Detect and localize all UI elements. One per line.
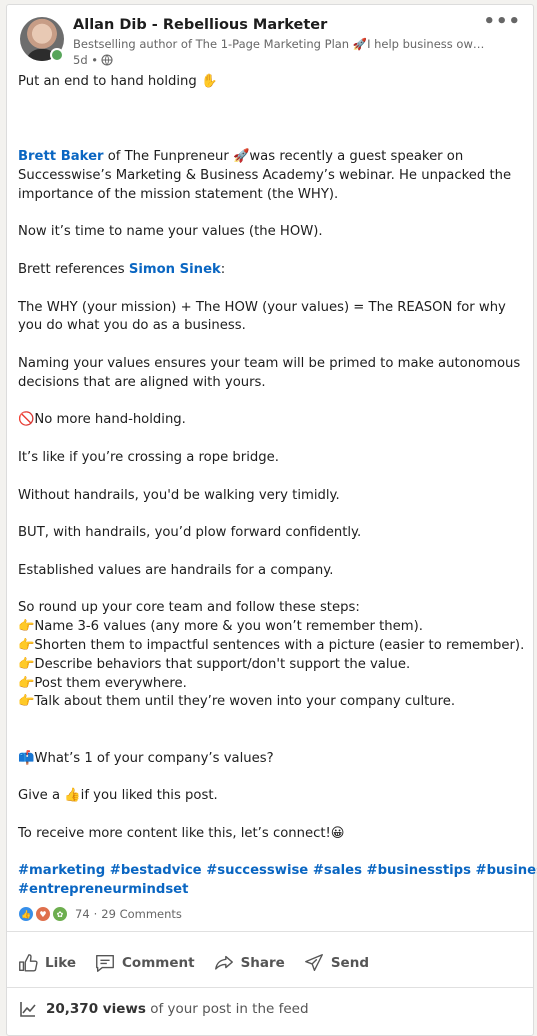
comment-button[interactable]: Comment: [92, 946, 197, 980]
comments-count[interactable]: 29 Comments: [101, 907, 182, 921]
post-text-line: 👉Post them everywhere.: [18, 675, 187, 691]
post-text-line: 📫What’s 1 of your company’s values?: [18, 750, 274, 766]
like-button[interactable]: Like: [15, 946, 78, 980]
online-status-icon: [50, 48, 64, 62]
reactions-count[interactable]: 74: [75, 907, 90, 921]
post-text-line: Now it’s time to name your values (the H…: [18, 224, 323, 240]
post-text-line: importance of the mission statement (the…: [18, 186, 339, 202]
views-suffix: of your post in the feed: [150, 1001, 309, 1017]
feed-post-card: Allan Dib - Rebellious Marketer Bestsell…: [6, 4, 537, 1036]
post-analytics[interactable]: 20,370 views of your post in the feed: [18, 999, 309, 1019]
hashtags-line[interactable]: #entrepreneurmindset: [18, 881, 526, 900]
post-text-line: 👉Describe behaviors that support/don't s…: [18, 656, 411, 672]
send-icon: [304, 954, 323, 972]
comment-icon: [96, 954, 114, 972]
post-text-line: Brett Baker of The Funpreneur 🚀was recen…: [18, 148, 526, 167]
send-label: Send: [330, 955, 369, 971]
post-text-line: you do what you do as a business.: [18, 318, 246, 334]
post-text-line: Brett references Simon Sinek:: [18, 261, 526, 280]
post-text-line: BUT, with handrails, you’d plow forward …: [18, 525, 362, 541]
post-text-line: Give a 👍if you liked this post.: [18, 788, 218, 804]
mention-link[interactable]: Brett Baker: [18, 149, 104, 164]
post-text-line: Successwise’s Marketing & Business Acade…: [18, 167, 512, 183]
post-meta: 5d •: [73, 53, 113, 67]
support-reaction-icon: ✿: [52, 906, 68, 922]
post-text-segment: Brett references: [18, 261, 129, 277]
share-button[interactable]: Share: [211, 946, 287, 980]
post-time: 5d •: [73, 53, 99, 67]
globe-icon: [101, 54, 113, 66]
counts-separator: ·: [93, 907, 98, 921]
share-label: Share: [240, 955, 285, 971]
share-icon: [214, 955, 233, 970]
post-text-segment: :: [220, 261, 226, 277]
like-icon: [19, 954, 38, 972]
post-text-line: 👉Name 3-6 values (any more & you won’t r…: [18, 619, 423, 635]
post-text-line: To receive more content like this, let’s…: [18, 825, 345, 841]
post-text-line: The WHY (your mission) + The HOW (your v…: [18, 299, 506, 315]
author-headline: Bestselling author of The 1-Page Marketi…: [73, 37, 485, 51]
comment-label: Comment: [122, 955, 195, 971]
love-reaction-icon: ♥: [35, 906, 51, 922]
post-text-line: 👉Shorten them to impactful sentences wit…: [18, 637, 525, 653]
post-text-line: So round up your core team and follow th…: [18, 600, 360, 616]
views-count: 20,370 views: [46, 1001, 146, 1017]
post-text-line: decisions that are aligned with yours.: [18, 374, 266, 390]
post-text-line: Naming your values ensures your team wil…: [18, 355, 521, 371]
post-text-line: It’s like if you’re crossing a rope brid…: [18, 449, 279, 465]
divider: [7, 987, 533, 988]
analytics-chart-icon: [20, 1002, 36, 1017]
divider: [7, 931, 533, 932]
mention-link[interactable]: Simon Sinek: [129, 262, 221, 277]
post-actions-bar: Like Comment Share Send: [15, 943, 525, 983]
like-label: Like: [45, 955, 77, 971]
post-text-segment: of The Funpreneur 🚀was recently a guest …: [103, 149, 464, 165]
author-name[interactable]: Allan Dib - Rebellious Marketer: [73, 17, 327, 33]
hashtags-line[interactable]: #marketing #bestadvice #successwise #sal…: [18, 862, 537, 881]
post-text-line: 🚫No more hand-holding.: [18, 412, 186, 428]
like-reaction-icon: 👍: [18, 906, 34, 922]
post-body: Put an end to hand holding ✋ Brett Baker …: [18, 73, 537, 900]
more-options-button[interactable]: •••: [483, 11, 521, 32]
post-text-line: 👉Talk about them until they’re woven int…: [18, 694, 456, 710]
social-counts[interactable]: 👍 ♥ ✿ 74 · 29 Comments: [18, 906, 182, 922]
post-text-line: Without handrails, you'd be walking very…: [18, 487, 340, 503]
post-text-line: Put an end to hand holding ✋: [18, 74, 218, 89]
send-button[interactable]: Send: [301, 946, 371, 980]
post-text-line: Established values are handrails for a c…: [18, 562, 334, 578]
